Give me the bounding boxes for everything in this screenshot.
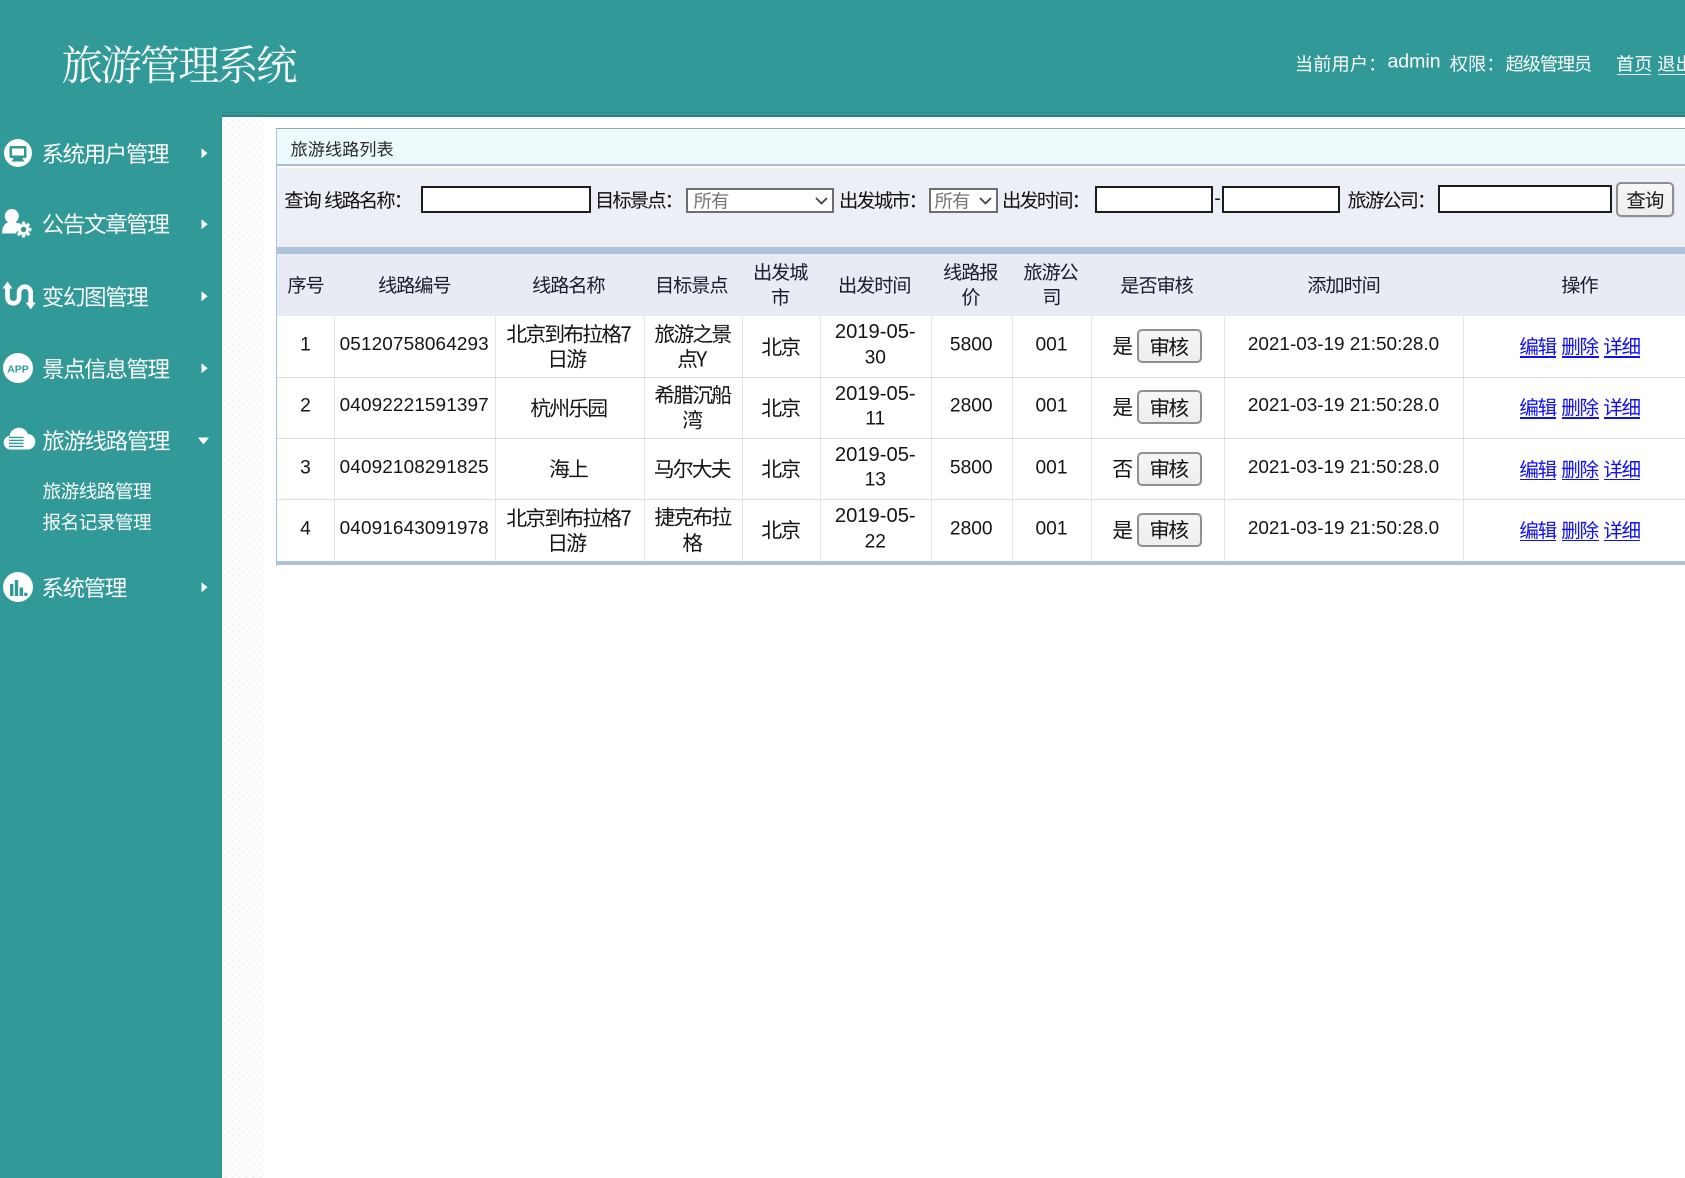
svg-text:APP: APP xyxy=(7,363,29,375)
